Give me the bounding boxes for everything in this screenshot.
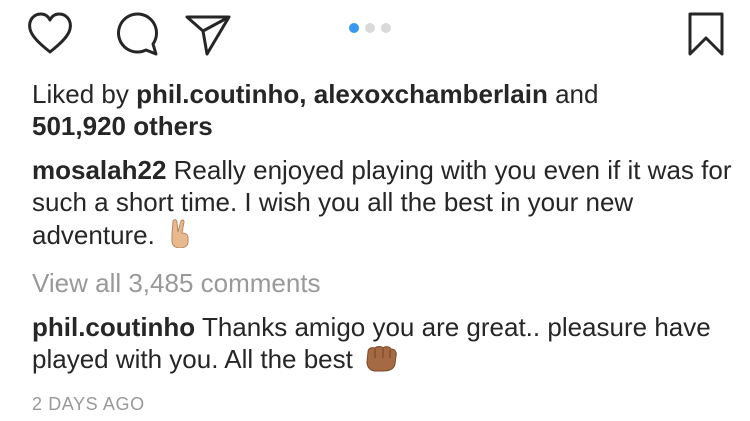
carousel-dot [381, 23, 391, 33]
likes-summary: Liked by phil.coutinho, alexoxchamberlai… [32, 78, 732, 142]
post-content: Liked by phil.coutinho, alexoxchamberlai… [32, 78, 732, 415]
post-timestamp: 2 DAYS AGO [32, 394, 145, 414]
likes-and: and [555, 79, 599, 109]
heart-icon[interactable] [24, 8, 76, 60]
caption: mosalah22 Really enjoyed playing with yo… [32, 154, 732, 255]
carousel-dot [365, 23, 375, 33]
carousel-dot-active [349, 23, 359, 33]
fist-bump-emoji [364, 344, 398, 379]
likes-prefix: Liked by [32, 79, 129, 109]
carousel-indicator [349, 23, 391, 33]
comment-username-link[interactable]: phil.coutinho [32, 312, 195, 342]
bookmark-icon[interactable] [680, 8, 732, 60]
comment: phil.coutinho Thanks amigo you are great… [32, 311, 732, 379]
likes-others-count[interactable]: 501,920 others [32, 111, 213, 141]
post-action-bar [0, 0, 750, 70]
comment-bubble-icon[interactable] [110, 8, 162, 60]
victory-hand-emoji [166, 218, 194, 255]
paper-plane-icon[interactable] [182, 8, 234, 60]
caption-username-link[interactable]: mosalah22 [32, 155, 166, 185]
liked-by-user-link[interactable]: phil.coutinho, [136, 79, 306, 109]
view-all-comments-link[interactable]: View all 3,485 comments [32, 267, 732, 299]
liked-by-user-link[interactable]: alexoxchamberlain [314, 79, 548, 109]
